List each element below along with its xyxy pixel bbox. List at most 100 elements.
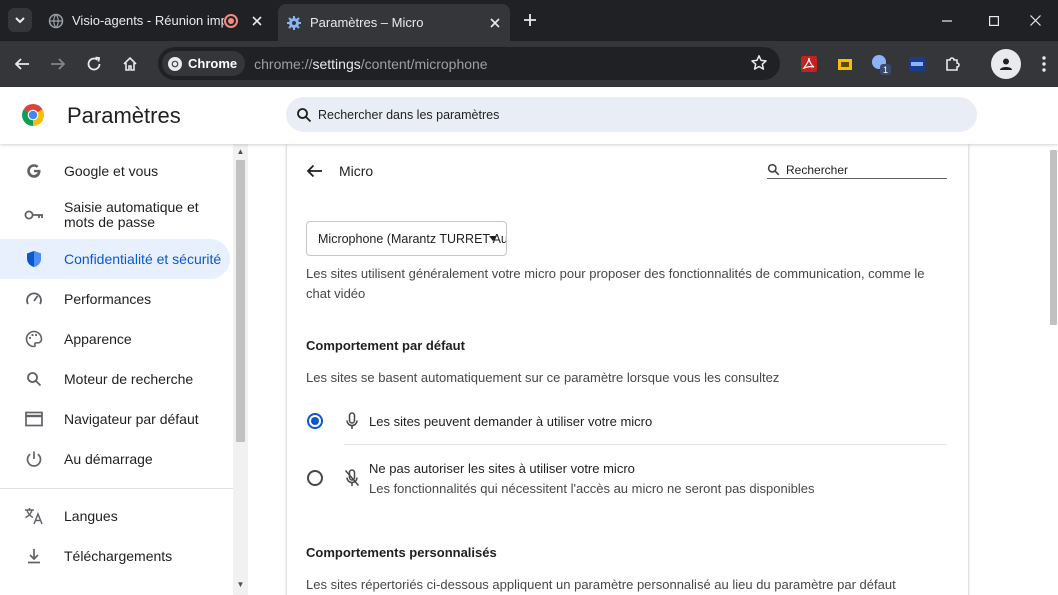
settings-search-input[interactable]: Rechercher dans les paramètres [286, 97, 977, 132]
radio-block-microphone[interactable] [307, 470, 323, 486]
arrow-right-icon [51, 58, 66, 70]
tab-parametres-micro[interactable]: Paramètres – Micro [278, 4, 510, 41]
new-tab-button[interactable] [519, 9, 541, 31]
option-block-label[interactable]: Ne pas autoriser les sites à utiliser vo… [369, 461, 635, 476]
settings-gear-icon [287, 15, 301, 30]
notes-icon [838, 59, 852, 70]
sidebar-item-label: Performances [64, 290, 152, 307]
sidebar-item-privacy[interactable]: Confidentialité et sécurité [0, 239, 230, 279]
sidebar-item-label: Langues [64, 507, 118, 524]
search-placeholder: Rechercher dans les paramètres [318, 107, 500, 122]
adobe-pdf-icon [801, 56, 817, 72]
sidebar-item-performance[interactable]: Performances [0, 287, 230, 311]
sidebar-item-label: Confidentialité et sécurité [64, 250, 222, 267]
download-icon [24, 546, 44, 566]
option-divider [344, 444, 947, 445]
chrome-logo-icon [168, 56, 182, 71]
address-bar[interactable]: Chrome chrome://settings/content/microph… [158, 47, 780, 80]
sidebar-item-search-engine[interactable]: Moteur de recherche [0, 367, 230, 391]
bookmark-star-icon[interactable] [750, 54, 768, 72]
scrollbar-thumb[interactable] [236, 160, 245, 442]
dropdown-caret-icon [489, 236, 497, 241]
person-icon [1000, 58, 1012, 70]
option-block-subtitle: Les fonctionnalités qui nécessitent l'ac… [369, 481, 815, 496]
chip-label: Chrome [188, 56, 238, 71]
sidebar-scrollbar[interactable]: ▲ ▼ [233, 144, 248, 595]
palette-icon [24, 329, 44, 349]
plus-icon [524, 14, 536, 26]
maximize-icon [989, 15, 999, 26]
sidebar-item-startup[interactable]: Au démarrage [0, 447, 230, 471]
close-tab-icon[interactable] [248, 12, 266, 30]
forward-button[interactable] [46, 52, 70, 76]
shield-icon [24, 249, 44, 269]
settings-header: Paramètres Rechercher dans les paramètre… [0, 87, 1058, 144]
default-behavior-subtitle: Les sites se basent automatiquement sur … [306, 370, 780, 385]
minimize-icon [942, 19, 952, 22]
scroll-down-arrow[interactable]: ▼ [236, 581, 245, 589]
tab-search-button[interactable] [8, 8, 32, 32]
sidebar-item-default-browser[interactable]: Navigateur par défaut [0, 407, 230, 431]
browser-toolbar: Chrome chrome://settings/content/microph… [0, 41, 1058, 87]
badge-extension[interactable]: 1 [870, 53, 892, 75]
arc-extension[interactable] [906, 53, 928, 75]
more-vert-icon [1042, 56, 1046, 72]
power-icon [24, 449, 44, 469]
default-behavior-heading: Comportement par défaut [306, 338, 465, 353]
profile-avatar[interactable] [991, 49, 1021, 79]
puzzle-icon [946, 57, 960, 71]
site-info-chip[interactable]: Chrome [162, 51, 246, 76]
chrome-menu-button[interactable] [1032, 52, 1056, 76]
radio-allow-microphone[interactable] [307, 413, 323, 429]
page-title: Paramètres [67, 103, 181, 128]
close-icon [1029, 15, 1041, 26]
page-scrollbar[interactable] [1049, 144, 1058, 595]
back-button[interactable] [10, 52, 34, 76]
minimize-button[interactable] [924, 0, 970, 41]
custom-behavior-heading: Comportements personnalisés [306, 545, 497, 560]
globe-icon [48, 13, 64, 28]
recording-icon [224, 13, 238, 28]
option-allow-label[interactable]: Les sites peuvent demander à utiliser vo… [369, 414, 652, 429]
subpage-search-input[interactable]: Rechercher [767, 161, 947, 179]
home-icon [123, 56, 137, 71]
sidebar-item-autofill[interactable]: Saisie automatique et mots de passe [0, 199, 230, 231]
close-window-button[interactable] [1012, 0, 1058, 41]
custom-behavior-subtitle: Les sites répertoriés ci-dessous appliqu… [306, 577, 896, 592]
adobe-pdf-extension[interactable] [798, 53, 820, 75]
maximize-button[interactable] [971, 0, 1017, 41]
microphone-off-icon [344, 469, 360, 486]
sidebar-item-appearance[interactable]: Apparence [0, 327, 230, 351]
sidebar-item-languages[interactable]: Langues [0, 504, 230, 528]
reload-button[interactable] [82, 52, 106, 76]
close-tab-icon[interactable] [486, 14, 504, 32]
search-placeholder: Rechercher [786, 162, 849, 177]
url-text: chrome://settings/content/microphone [254, 55, 488, 72]
tab-strip: Visio-agents - Réunion impromptue Paramè… [0, 0, 1058, 41]
chevron-down-icon [15, 17, 25, 24]
sidebar-item-google[interactable]: Google et vous [0, 159, 230, 183]
settings-sidebar: Google et vous Saisie automatique et mot… [0, 144, 233, 595]
scrollbar-thumb[interactable] [1050, 150, 1057, 325]
svg-text:1: 1 [883, 65, 888, 75]
sidebar-item-downloads[interactable]: Téléchargements [0, 544, 230, 568]
sidebar-item-label: Téléchargements [64, 547, 173, 564]
microphone-device-select[interactable]: Microphone (Marantz TURRET Audio) [306, 221, 507, 256]
tab-title: Paramètres – Micro [310, 15, 424, 30]
sidebar-item-label: Saisie automatique et mots de passe [64, 199, 199, 230]
selected-device: Microphone (Marantz TURRET Audio) [318, 231, 506, 246]
back-arrow-icon[interactable] [305, 161, 325, 181]
microphone-settings-card: Micro Rechercher Microphone (Marantz TUR… [287, 144, 968, 595]
arc-icon [909, 57, 925, 71]
search-icon [24, 369, 44, 389]
scroll-up-arrow[interactable]: ▲ [236, 148, 245, 156]
subpage-title: Micro [339, 163, 374, 179]
extensions-button[interactable] [942, 53, 964, 75]
tab-visio-agents[interactable]: Visio-agents - Réunion impromptue [40, 5, 272, 36]
tab-title: Visio-agents - Réunion impromptue [72, 13, 224, 28]
google-g-icon [24, 161, 44, 181]
notes-extension[interactable] [834, 53, 856, 75]
home-button[interactable] [118, 52, 142, 76]
translate-icon [24, 506, 44, 526]
arrow-left-icon [14, 58, 29, 70]
